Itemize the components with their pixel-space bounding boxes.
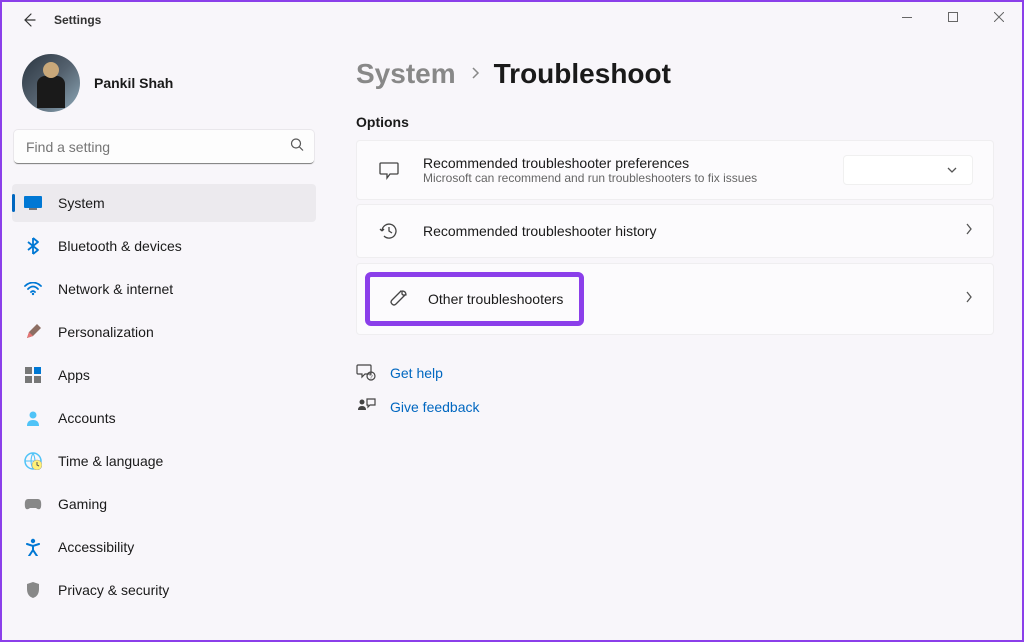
card-recommended-preferences[interactable]: Recommended troubleshooter preferences M… (356, 140, 994, 200)
user-profile[interactable]: Pankil Shah (12, 50, 316, 130)
sidebar-item-label: Accessibility (58, 539, 134, 555)
breadcrumb-parent[interactable]: System (356, 58, 456, 90)
apps-icon (24, 366, 42, 384)
breadcrumb: System Troubleshoot (356, 58, 994, 90)
get-help-link[interactable]: ? Get help (356, 363, 994, 383)
sidebar-item-label: Apps (58, 367, 90, 383)
chevron-down-icon (946, 166, 958, 174)
sidebar-item-network[interactable]: Network & internet (12, 270, 316, 308)
search-container (14, 130, 314, 164)
system-icon (24, 194, 42, 212)
section-title: Options (356, 114, 994, 130)
sidebar-item-accessibility[interactable]: Accessibility (12, 528, 316, 566)
window-controls (884, 2, 1022, 32)
breadcrumb-current: Troubleshoot (494, 58, 671, 90)
sidebar-item-accounts[interactable]: Accounts (12, 399, 316, 437)
main-content: System Troubleshoot Options Recommended … (322, 50, 1012, 640)
time-language-icon (24, 452, 42, 470)
card-other-troubleshooters[interactable]: Other troubleshooters (356, 263, 994, 335)
titlebar: Settings (2, 2, 1022, 38)
sidebar-item-apps[interactable]: Apps (12, 356, 316, 394)
window-title: Settings (54, 13, 101, 27)
sidebar-item-label: Time & language (58, 453, 163, 469)
close-button[interactable] (976, 2, 1022, 32)
gaming-icon (24, 495, 42, 513)
help-links: ? Get help Give feedback (356, 363, 994, 417)
sidebar-item-time-language[interactable]: Time & language (12, 442, 316, 480)
help-link-text: Give feedback (390, 399, 480, 415)
card-title: Recommended troubleshooter history (423, 223, 965, 239)
help-link-text: Get help (390, 365, 443, 381)
sidebar-item-bluetooth[interactable]: Bluetooth & devices (12, 227, 316, 265)
maximize-button[interactable] (930, 2, 976, 32)
highlight-box: Other troubleshooters (365, 272, 584, 326)
minimize-button[interactable] (884, 2, 930, 32)
sidebar-item-label: Privacy & security (58, 582, 169, 598)
privacy-icon (24, 581, 42, 599)
avatar (22, 54, 80, 112)
sidebar: Pankil Shah System Bluetooth & devices (12, 50, 322, 640)
search-input[interactable] (14, 130, 314, 164)
wrench-icon (386, 287, 410, 311)
sidebar-item-label: System (58, 195, 105, 211)
sidebar-item-system[interactable]: System (12, 184, 316, 222)
feedback-icon (356, 397, 376, 417)
back-button[interactable] (16, 8, 40, 32)
sidebar-item-label: Bluetooth & devices (58, 238, 182, 254)
accessibility-icon (24, 538, 42, 556)
personalization-icon (24, 323, 42, 341)
accounts-icon (24, 409, 42, 427)
chevron-right-icon (965, 222, 973, 241)
user-name: Pankil Shah (94, 75, 173, 91)
sidebar-item-label: Personalization (58, 324, 154, 340)
sidebar-item-label: Gaming (58, 496, 107, 512)
sidebar-item-privacy[interactable]: Privacy & security (12, 571, 316, 609)
give-feedback-link[interactable]: Give feedback (356, 397, 994, 417)
sidebar-item-personalization[interactable]: Personalization (12, 313, 316, 351)
help-icon: ? (356, 363, 376, 383)
chevron-right-icon (470, 64, 480, 85)
search-icon (290, 138, 304, 157)
sidebar-item-label: Accounts (58, 410, 116, 426)
bluetooth-icon (24, 237, 42, 255)
card-subtitle: Microsoft can recommend and run troubles… (423, 171, 843, 185)
wifi-icon (24, 280, 42, 298)
chevron-right-icon (965, 290, 973, 309)
card-recommended-history[interactable]: Recommended troubleshooter history (356, 204, 994, 258)
chat-icon (377, 158, 401, 182)
nav-list: System Bluetooth & devices Network & int… (12, 184, 316, 609)
sidebar-item-label: Network & internet (58, 281, 173, 297)
card-title: Recommended troubleshooter preferences (423, 155, 843, 171)
sidebar-item-gaming[interactable]: Gaming (12, 485, 316, 523)
dropdown-control[interactable] (843, 155, 973, 185)
card-title: Other troubleshooters (428, 291, 563, 307)
history-icon (377, 219, 401, 243)
